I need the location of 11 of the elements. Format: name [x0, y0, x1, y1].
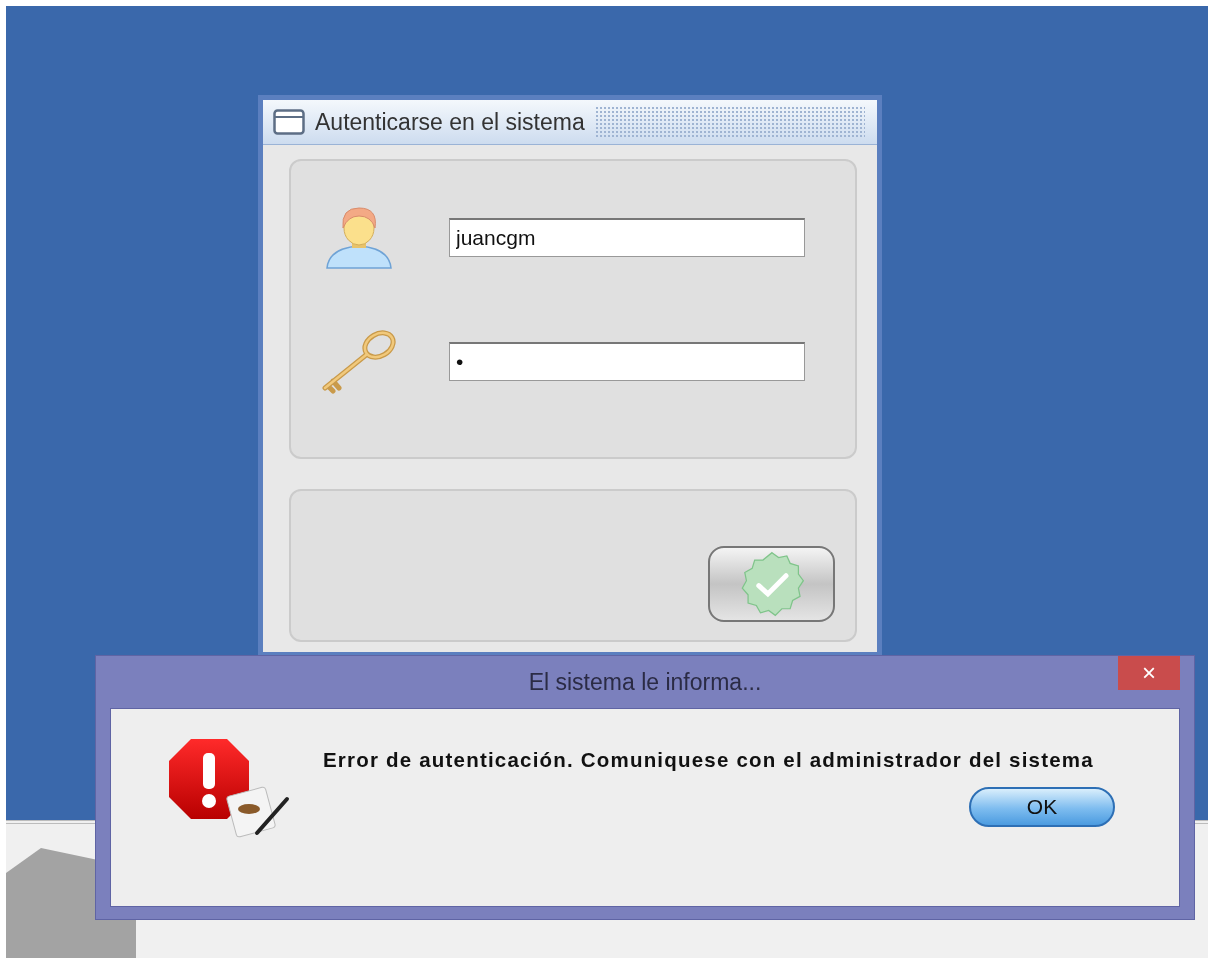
dialog-title: El sistema le informa... — [528, 668, 762, 696]
password-field[interactable]: • — [449, 341, 805, 381]
error-message: Error de autenticación. Comuniquese con el administrador del sistema — [323, 747, 1095, 773]
key-icon — [319, 328, 399, 394]
error-icon — [169, 739, 291, 839]
window-icon — [273, 109, 305, 135]
confirm-button[interactable] — [708, 546, 835, 622]
ok-button[interactable]: OK — [969, 787, 1115, 827]
window-title: Autenticarse en el sistema — [315, 108, 585, 136]
username-field[interactable]: juancgm — [449, 217, 805, 257]
close-button[interactable]: × — [1118, 656, 1180, 690]
